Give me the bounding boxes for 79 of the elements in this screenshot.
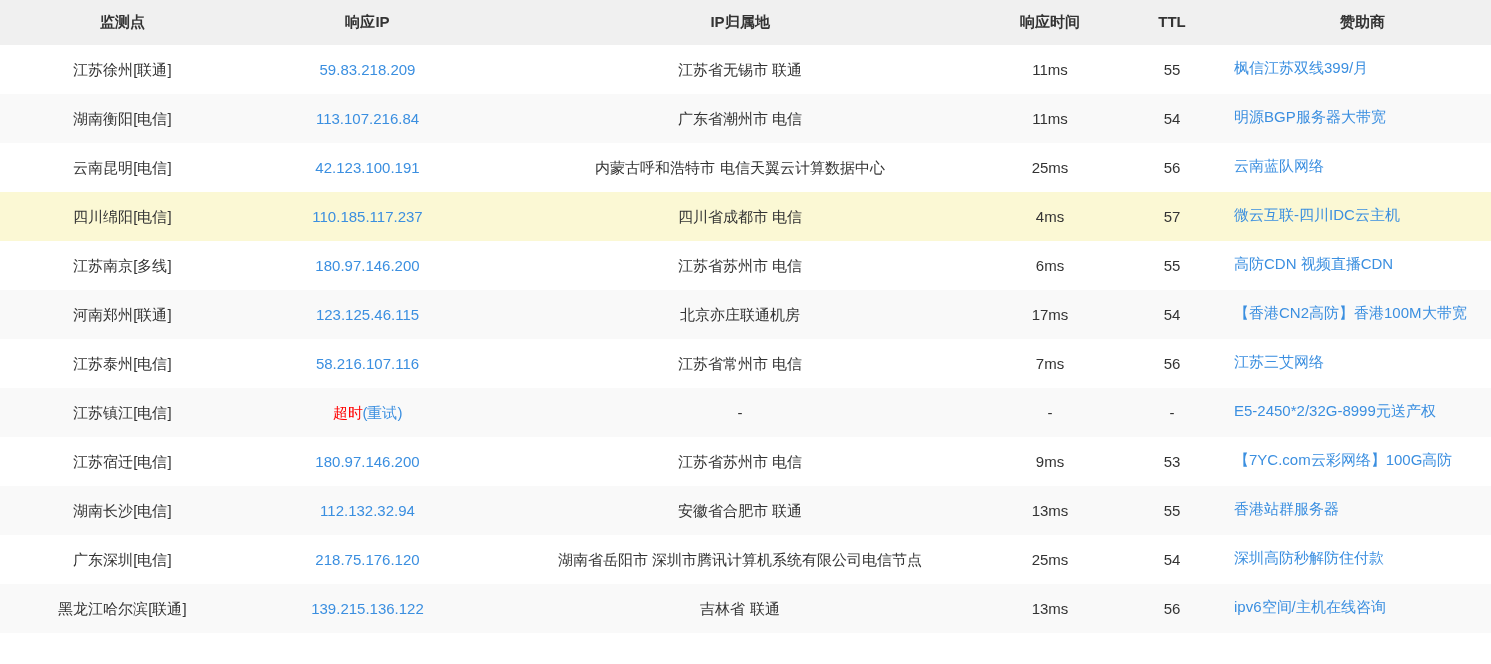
column-header: IP归属地 [710, 13, 770, 31]
sponsor-link[interactable]: 【香港CN2高防】香港100M大带宽 [1234, 301, 1477, 325]
sponsor-link[interactable]: 江苏三艾网络 [1234, 350, 1477, 374]
ip-link[interactable]: 110.185.117.237 [312, 208, 423, 225]
retry-link[interactable]: (重试) [362, 402, 403, 425]
table-cell: 江苏省苏州市 电信 [677, 453, 803, 470]
table-cell: 13ms [1031, 600, 1069, 617]
table-cell: 7ms [1035, 355, 1065, 372]
sponsor-link[interactable]: 明源BGP服务器大带宽 [1234, 105, 1477, 129]
table-cell: 黑龙江哈尔滨[联通] [58, 600, 187, 617]
table-cell: 25ms [1031, 551, 1069, 568]
sponsor-link[interactable]: 香港站群服务器 [1234, 497, 1477, 521]
sponsor-link[interactable]: 深圳高防秒解防住付款 [1234, 546, 1477, 570]
sponsor-link[interactable]: 云南蓝队网络 [1234, 154, 1477, 178]
column-header: 响应IP [345, 13, 390, 31]
table-cell: 54 [1163, 306, 1181, 323]
table-cell: 55 [1163, 257, 1181, 274]
table-cell: 湖南长沙[电信] [73, 502, 172, 519]
column-header: 监测点 [100, 13, 145, 31]
table-cell: 江苏省无锡市 联通 [677, 61, 803, 78]
table-cell: 55 [1163, 502, 1181, 519]
sponsor-link[interactable]: 微云互联-四川IDC云主机 [1234, 203, 1477, 227]
table-cell: 江苏泰州[电信] [73, 355, 172, 372]
ip-link[interactable]: 180.97.146.200 [315, 453, 420, 470]
column-header: TTL [1158, 13, 1186, 31]
column-header: 赞助商 [1340, 13, 1385, 31]
table-cell: 吉林省 联通 [700, 600, 780, 617]
sponsor-link[interactable]: 枫信江苏双线399/月 [1234, 56, 1477, 80]
table-cell: 53 [1163, 453, 1181, 470]
table-cell: 湖南衡阳[电信] [73, 110, 172, 127]
table-cell: 56 [1163, 355, 1181, 372]
table-cell: 广东深圳[电信] [73, 551, 172, 568]
table-cell: 55 [1163, 61, 1181, 78]
table-cell: 江苏省苏州市 电信 [677, 257, 803, 274]
sponsor-link[interactable]: 高防CDN 视频直播CDN [1234, 252, 1477, 276]
table-cell: 4ms [1035, 208, 1065, 225]
table-cell: 湖南省岳阳市 深圳市腾讯计算机系统有限公司电信节点 [557, 551, 923, 568]
table-cell: 江苏徐州[联通] [73, 61, 172, 78]
table-cell: 四川省成都市 电信 [677, 208, 803, 225]
sponsor-link[interactable]: ipv6空间/主机在线咨询 [1234, 595, 1477, 619]
table-cell: 河南郑州[联通] [73, 306, 172, 323]
table-cell: 广东省潮州市 电信 [677, 110, 803, 127]
timeout-status: 超时 [332, 403, 363, 423]
table-cell: 56 [1163, 600, 1181, 617]
ip-link[interactable]: 58.216.107.116 [315, 355, 420, 372]
table-cell: 四川绵阳[电信] [73, 208, 172, 225]
table-cell: 11ms [1032, 110, 1068, 127]
table-cell: 江苏宿迁[电信] [73, 453, 172, 470]
table-cell: 17ms [1031, 306, 1069, 323]
ip-link[interactable]: 59.83.218.209 [319, 61, 416, 78]
ip-link[interactable]: 112.132.32.94 [320, 502, 415, 519]
table-cell: 北京亦庄联通机房 [680, 306, 800, 323]
table-cell: 11ms [1032, 61, 1068, 78]
table-cell: 6ms [1035, 257, 1065, 274]
sponsor-link[interactable]: E5-2450*2/32G-8999元送产权 [1234, 399, 1477, 423]
ip-link[interactable]: 218.75.176.120 [315, 551, 420, 568]
table-cell: 云南昆明[电信] [73, 159, 172, 176]
ip-link[interactable]: 139.215.136.122 [311, 600, 424, 617]
table-cell: 25ms [1031, 159, 1069, 176]
table-cell: 9ms [1035, 453, 1065, 470]
table-cell: 13ms [1031, 502, 1069, 519]
table-cell: 江苏镇江[电信] [73, 404, 172, 421]
table-cell: 江苏省常州市 电信 [677, 355, 803, 372]
column-header: 响应时间 [1020, 13, 1080, 31]
table-cell: 57 [1163, 208, 1181, 225]
table-cell: 54 [1163, 551, 1181, 568]
sponsor-link[interactable]: 【7YC.com云彩网络】100G高防 [1234, 448, 1477, 472]
table-cell: 54 [1163, 110, 1181, 127]
table-cell: 内蒙古呼和浩特市 电信天翼云计算数据中心 [595, 159, 885, 176]
table-cell: 江苏南京[多线] [73, 257, 172, 274]
table-cell: - [737, 404, 743, 421]
table-cell: 安徽省合肥市 联通 [677, 502, 803, 519]
table-cell: - [1047, 404, 1053, 421]
ip-link[interactable]: 123.125.46.115 [315, 306, 420, 323]
ip-link[interactable]: 180.97.146.200 [315, 257, 420, 274]
ip-link[interactable]: 42.123.100.191 [315, 159, 420, 176]
table-cell: - [1169, 404, 1175, 421]
ip-link[interactable]: 113.107.216.84 [315, 110, 420, 127]
table-cell: 56 [1163, 159, 1181, 176]
